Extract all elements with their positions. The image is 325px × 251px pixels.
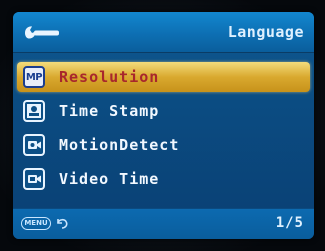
page-indicator: 1/5 [275,215,304,231]
menu-item-label: Time Stamp [59,102,160,120]
menu-item-motion-detect[interactable]: MotionDetect [17,130,310,160]
video-time-icon [23,168,45,190]
menu-footer: MENU 1/5 [13,208,314,239]
settings-menu: MP Resolution Time Stamp MotionDetect Vi… [17,62,310,198]
motion-detect-icon [23,134,45,156]
menu-item-resolution[interactable]: MP Resolution [17,62,310,92]
time-stamp-icon [23,100,45,122]
camera-screen: Language MP Resolution Time Stamp Motion… [13,12,314,239]
device-bezel: Language MP Resolution Time Stamp Motion… [0,0,325,251]
menu-header: Language [13,12,314,53]
return-arrow-icon[interactable] [55,216,69,230]
menu-item-label: Resolution [59,68,160,86]
menu-item-time-stamp[interactable]: Time Stamp [17,96,310,126]
menu-key-icon[interactable]: MENU [21,217,51,230]
header-title: Language [227,23,304,41]
wrench-icon [25,26,59,39]
menu-item-label: Video Time [59,170,160,188]
menu-item-video-time[interactable]: Video Time [17,164,310,194]
menu-item-label: MotionDetect [59,136,180,154]
mp-resolution-icon: MP [23,66,45,88]
